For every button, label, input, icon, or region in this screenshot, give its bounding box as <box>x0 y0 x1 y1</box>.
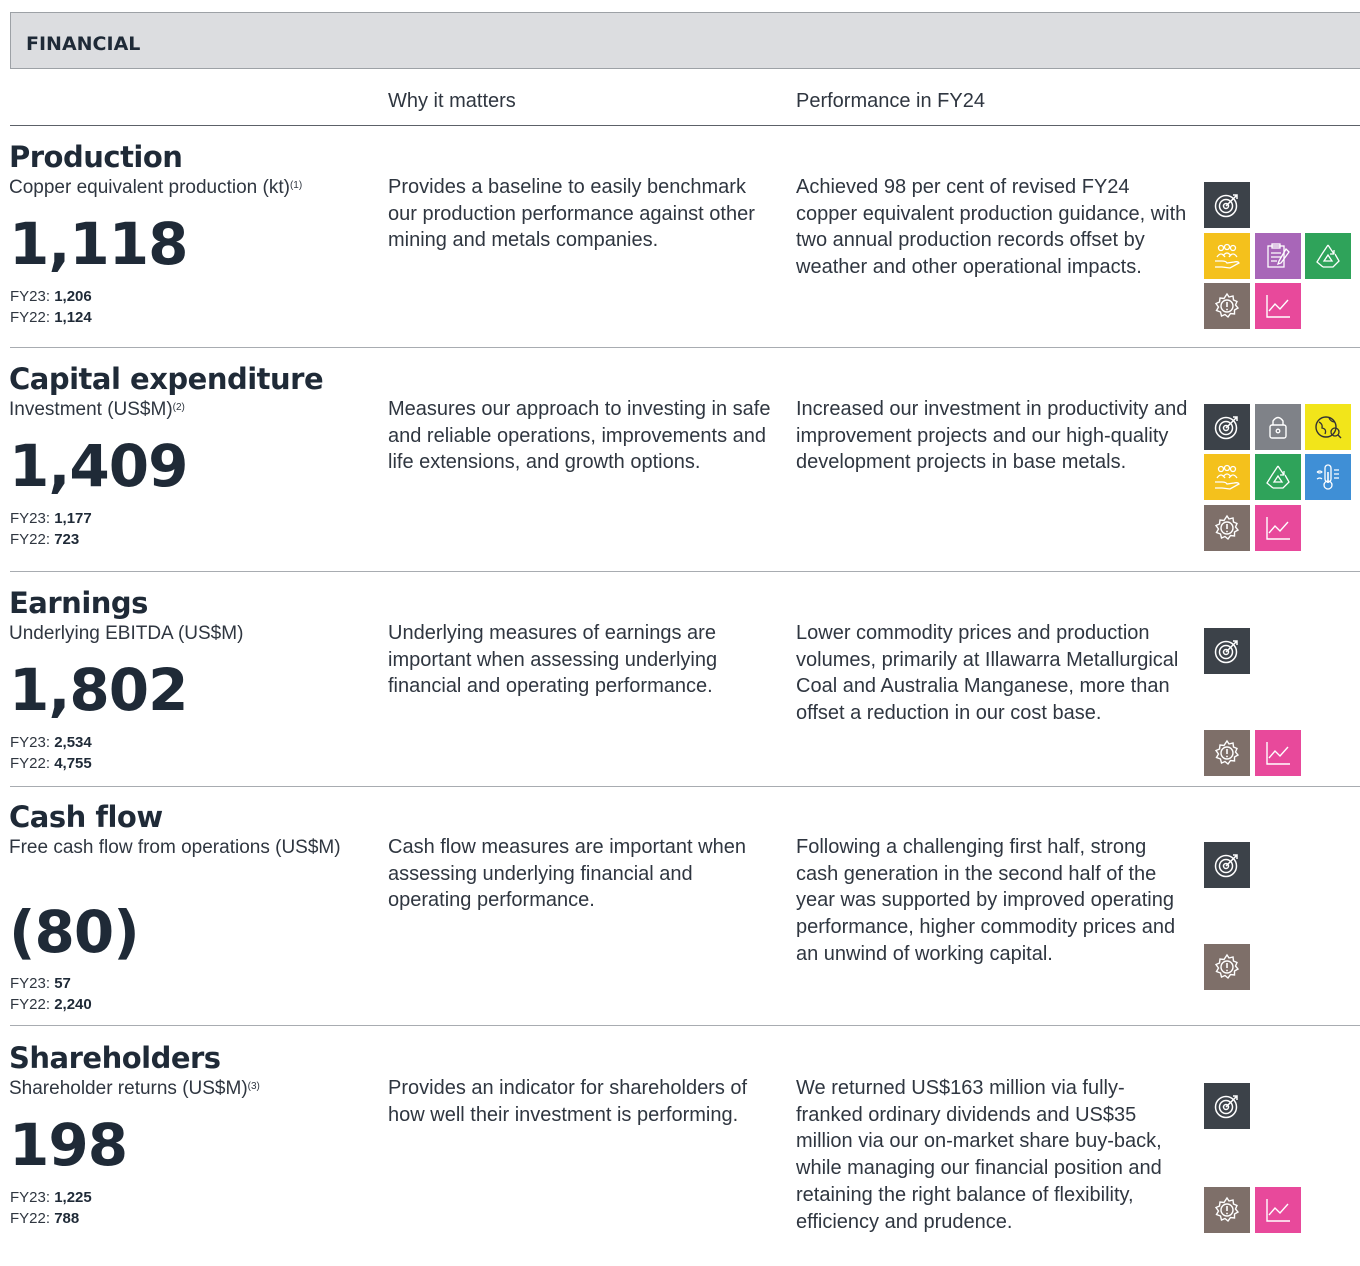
gear-alert-icon <box>1204 1187 1250 1233</box>
prior-year-fy22: FY22: 723 <box>10 531 80 548</box>
prior-year-fy22: FY22: 1,124 <box>10 309 92 326</box>
metric-label: Underlying EBITDA (US$M) <box>9 623 244 644</box>
gear-alert-icon <box>1204 505 1250 551</box>
footnote-ref: (1) <box>289 180 303 191</box>
section-divider <box>10 1025 1360 1026</box>
prior-year-fy22: FY22: 788 <box>10 1210 80 1227</box>
why-it-matters-text: Underlying measures of earnings are impo… <box>388 622 718 698</box>
trend-chart-icon <box>1255 730 1301 776</box>
section-divider <box>10 347 1360 348</box>
performance-text: Lower commodity prices and production vo… <box>796 622 1179 725</box>
prior-year-fy23: FY23: 1,177 <box>10 510 92 527</box>
gear-alert-icon <box>1204 283 1250 329</box>
target-icon <box>1204 628 1250 674</box>
gear-alert-icon <box>1204 730 1250 776</box>
recycle-icon <box>1255 454 1301 500</box>
prior-year-fy23: FY23: 2,534 <box>10 734 92 751</box>
metric-value: 1,802 <box>9 656 188 724</box>
section-banner: FINANCIAL <box>10 12 1360 69</box>
recycle-icon <box>1305 233 1351 279</box>
header-divider <box>10 125 1360 126</box>
prior-year-fy23: FY23: 57 <box>10 975 71 992</box>
trend-chart-icon <box>1255 283 1301 329</box>
why-it-matters-text: Cash flow measures are important when as… <box>388 836 746 912</box>
performance-text: Increased our investment in productivity… <box>796 398 1188 474</box>
metric-value: 198 <box>9 1111 128 1179</box>
footnote-ref: (2) <box>172 402 185 413</box>
section-title: Capital expenditure <box>9 362 324 396</box>
target-icon <box>1204 404 1250 450</box>
section-divider <box>10 786 1360 787</box>
performance-text: Following a challenging first half, stro… <box>796 836 1176 965</box>
metric-label: Copper equivalent production (kt)(1) <box>9 177 303 198</box>
metric-label: Free cash flow from operations (US$M) <box>9 837 341 858</box>
performance-text: We returned US$163 million via fully-fra… <box>796 1077 1162 1233</box>
prior-year-fy23: FY23: 1,206 <box>10 288 92 305</box>
metric-label: Shareholder returns (US$M)(3) <box>9 1078 260 1099</box>
footnote-ref: (3) <box>247 1081 260 1092</box>
why-it-matters-text: Provides an indicator for shareholders o… <box>388 1077 748 1126</box>
prior-year-fy22: FY22: 4,755 <box>10 755 92 772</box>
gear-alert-icon <box>1204 944 1250 990</box>
banner-title: FINANCIAL <box>26 33 141 55</box>
section-title: Production <box>9 140 183 174</box>
thermometer-icon <box>1305 454 1351 500</box>
lock-icon <box>1255 404 1301 450</box>
people-icon <box>1204 454 1250 500</box>
section-title: Earnings <box>9 586 148 620</box>
target-icon <box>1204 182 1250 228</box>
why-it-matters-text: Provides a baseline to easily benchmark … <box>388 176 755 252</box>
section-divider <box>10 571 1360 572</box>
target-icon <box>1204 1083 1250 1129</box>
metric-value: (80) <box>9 898 140 966</box>
why-it-matters-text: Measures our approach to investing in sa… <box>388 398 771 474</box>
metric-label: Investment (US$M)(2) <box>9 399 185 420</box>
column-header-why: Why it matters <box>388 90 516 112</box>
section-title: Shareholders <box>9 1041 221 1075</box>
trend-chart-icon <box>1255 505 1301 551</box>
clipboard-icon <box>1255 233 1301 279</box>
globe-icon <box>1305 404 1351 450</box>
performance-text: Achieved 98 per cent of revised FY24 cop… <box>796 176 1187 279</box>
column-header-performance: Performance in FY24 <box>796 90 985 112</box>
people-icon <box>1204 233 1250 279</box>
metric-value: 1,118 <box>9 210 188 278</box>
prior-year-fy23: FY23: 1,225 <box>10 1189 92 1206</box>
trend-chart-icon <box>1255 1187 1301 1233</box>
metric-value: 1,409 <box>9 432 188 500</box>
target-icon <box>1204 842 1250 888</box>
section-title: Cash flow <box>9 800 163 834</box>
prior-year-fy22: FY22: 2,240 <box>10 996 92 1013</box>
